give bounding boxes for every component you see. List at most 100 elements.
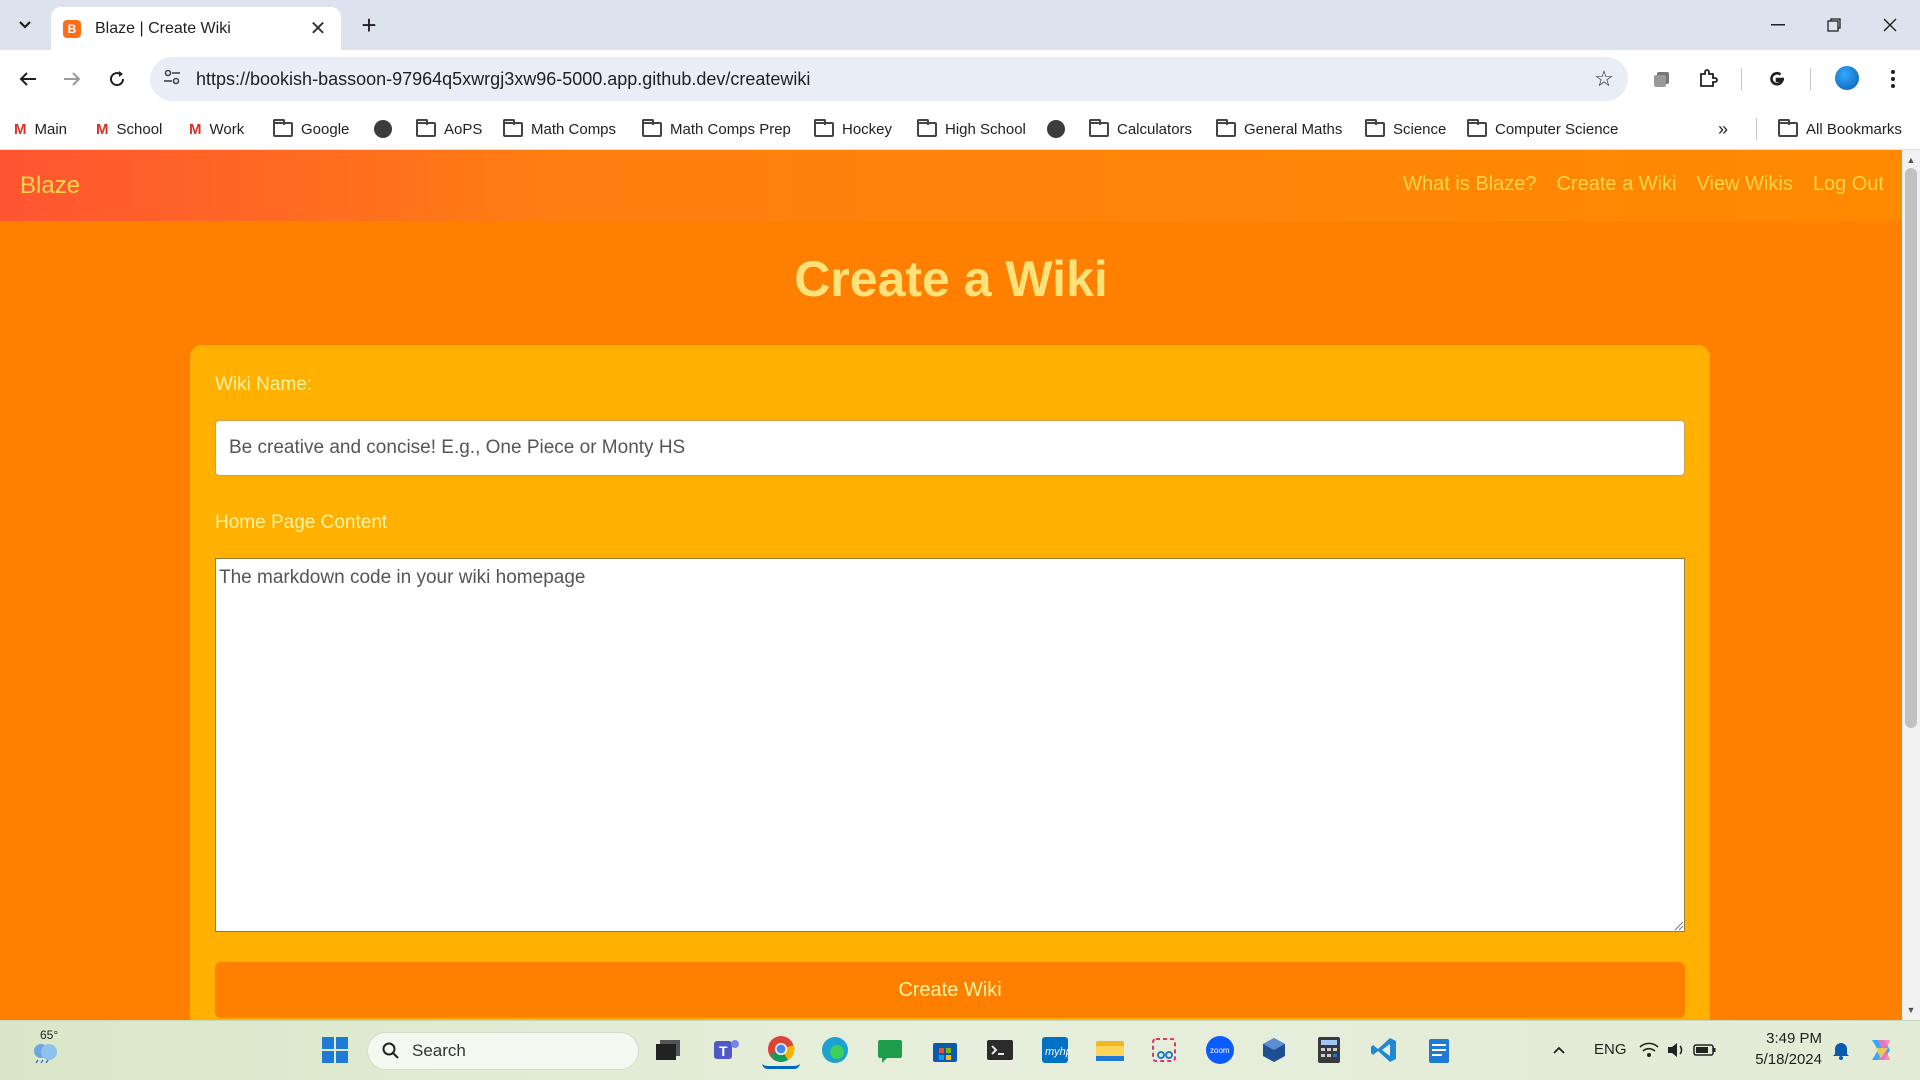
svg-text:myhp: myhp <box>1045 1046 1069 1058</box>
bookmark-high-school[interactable]: High School <box>917 115 1026 143</box>
bookmark-main[interactable]: M Main <box>14 115 67 143</box>
scrollbar-thumb[interactable] <box>1905 168 1917 728</box>
language-indicator[interactable]: ENG <box>1594 1041 1627 1058</box>
microsoft-store-icon[interactable] <box>926 1031 964 1069</box>
toolbar-separator <box>1810 68 1811 90</box>
minimize-icon[interactable] <box>1750 0 1806 50</box>
bookmark-globe[interactable] <box>374 115 400 143</box>
nav-create-wiki[interactable]: Create a Wiki <box>1556 173 1676 196</box>
wiki-name-input[interactable] <box>215 420 1685 476</box>
show-hidden-icons-chevron-icon[interactable] <box>1540 1031 1578 1069</box>
terminal-icon[interactable] <box>981 1031 1019 1069</box>
resize-grip-icon[interactable] <box>1674 921 1684 931</box>
zoom-icon[interactable]: zoom <box>1201 1031 1239 1069</box>
chrome-icon[interactable] <box>762 1031 800 1069</box>
nav-what-is-blaze[interactable]: What is Blaze? <box>1403 173 1536 196</box>
active-tab[interactable]: B Blaze | Create Wiki ✕ <box>51 7 341 50</box>
bookmark-work[interactable]: M Work <box>189 115 244 143</box>
scroll-up-icon[interactable]: ▲ <box>1906 155 1916 165</box>
bookmark-star-icon[interactable]: ☆ <box>1580 66 1628 92</box>
reload-icon[interactable] <box>100 62 134 96</box>
page-title: Create a Wiki <box>794 251 1108 307</box>
extensions-icon[interactable] <box>1691 62 1725 96</box>
folder-icon <box>273 118 293 137</box>
profile-avatar[interactable] <box>1835 66 1859 90</box>
toolbar-separator <box>1741 68 1742 90</box>
bookmark-hockey[interactable]: Hockey <box>814 115 892 143</box>
gmail-icon: M <box>189 120 202 138</box>
bookmark-google[interactable]: Google <box>273 115 349 143</box>
nav-links: What is Blaze? Create a Wiki View Wikis … <box>1403 173 1884 196</box>
nav-view-wikis[interactable]: View Wikis <box>1697 173 1793 196</box>
gmail-icon: M <box>14 120 27 138</box>
create-wiki-button[interactable]: Create Wiki <box>215 962 1685 1018</box>
forward-icon[interactable] <box>55 62 89 96</box>
bookmark-general-maths[interactable]: General Maths <box>1216 115 1342 143</box>
nav-log-out[interactable]: Log Out <box>1813 173 1884 196</box>
gmail-icon: M <box>96 120 109 138</box>
chat-app-icon[interactable] <box>871 1031 909 1069</box>
notepad-icon[interactable] <box>1420 1031 1458 1069</box>
blaze-favicon-icon: B <box>63 19 81 38</box>
new-tab-button[interactable]: + <box>352 8 386 42</box>
site-info-icon[interactable] <box>150 69 194 90</box>
close-tab-icon[interactable]: ✕ <box>307 16 329 41</box>
windows-start-icon[interactable] <box>316 1031 354 1069</box>
tab-title: Blaze | Create Wiki <box>95 19 231 37</box>
bookmark-math-comps-prep[interactable]: Math Comps Prep <box>642 115 791 143</box>
myhp-icon[interactable]: myhp <box>1036 1031 1074 1069</box>
close-window-icon[interactable] <box>1862 0 1918 50</box>
battery-icon[interactable] <box>1690 1031 1720 1069</box>
scroll-down-icon[interactable]: ▼ <box>1906 1005 1916 1015</box>
snipping-tool-icon[interactable] <box>1145 1031 1183 1069</box>
page-content: Blaze What is Blaze? Create a Wiki View … <box>0 150 1902 1020</box>
weather-temp: 65° <box>40 1028 59 1042</box>
bookmarks-overflow-icon[interactable]: » <box>1718 115 1728 143</box>
all-bookmarks[interactable]: All Bookmarks <box>1778 115 1902 143</box>
folder-icon <box>814 118 834 137</box>
folder-icon <box>1365 118 1385 137</box>
restore-icon[interactable] <box>1806 0 1862 50</box>
bookmark-math-comps[interactable]: Math Comps <box>503 115 616 143</box>
folder-icon <box>1467 118 1487 137</box>
back-icon[interactable] <box>11 62 45 96</box>
home-content-textarea[interactable] <box>215 558 1685 932</box>
bookmark-computer-science[interactable]: Computer Science <box>1467 115 1618 143</box>
google-account-icon[interactable] <box>1760 62 1794 96</box>
edge-icon[interactable] <box>816 1031 854 1069</box>
folder-icon <box>1778 118 1798 137</box>
create-wiki-form: Wiki Name: Home Page Content Create Wiki <box>190 345 1710 1020</box>
file-explorer-icon[interactable] <box>1091 1031 1129 1069</box>
menu-kebab-icon[interactable] <box>1876 62 1910 96</box>
vscode-icon[interactable] <box>1365 1031 1403 1069</box>
volume-icon[interactable] <box>1662 1031 1690 1069</box>
bookmark-aops[interactable]: AoPS <box>416 115 482 143</box>
page-scrollbar[interactable]: ▲ ▼ <box>1902 150 1920 1020</box>
clock-date[interactable]: 5/18/2024 <box>1745 1051 1822 1068</box>
tab-search-chevron-icon[interactable] <box>10 10 40 40</box>
task-view-icon[interactable] <box>649 1031 687 1069</box>
bookmark-school[interactable]: M School <box>96 115 162 143</box>
address-bar[interactable]: https://bookish-bassoon-97964q5xwrgj3xw9… <box>150 57 1628 101</box>
bookmark-science[interactable]: Science <box>1365 115 1446 143</box>
brand-logo[interactable]: Blaze <box>20 172 80 200</box>
teams-icon[interactable]: T <box>707 1031 745 1069</box>
clock-time[interactable]: 3:49 PM <box>1762 1030 1822 1047</box>
bookmark-globe-2[interactable] <box>1047 115 1073 143</box>
globe-icon <box>1047 120 1065 138</box>
calculator-icon[interactable] <box>1310 1031 1348 1069</box>
svg-text:T: T <box>719 1043 728 1059</box>
bookmark-calculators[interactable]: Calculators <box>1089 115 1192 143</box>
extension-puzzle-stack-icon[interactable] <box>1645 62 1679 96</box>
globe-icon <box>374 120 392 138</box>
taskbar-search[interactable]: Search <box>367 1032 639 1070</box>
folder-icon <box>416 118 436 137</box>
notification-bell-icon[interactable] <box>1826 1031 1856 1069</box>
folder-icon <box>642 118 662 137</box>
wiki-name-label: Wiki Name: <box>215 374 313 395</box>
wifi-icon[interactable] <box>1635 1031 1663 1069</box>
virtualbox-icon[interactable] <box>1255 1031 1293 1069</box>
search-icon <box>382 1042 399 1059</box>
copilot-icon[interactable] <box>1861 1031 1901 1069</box>
url-text[interactable]: https://bookish-bassoon-97964q5xwrgj3xw9… <box>196 69 1580 90</box>
